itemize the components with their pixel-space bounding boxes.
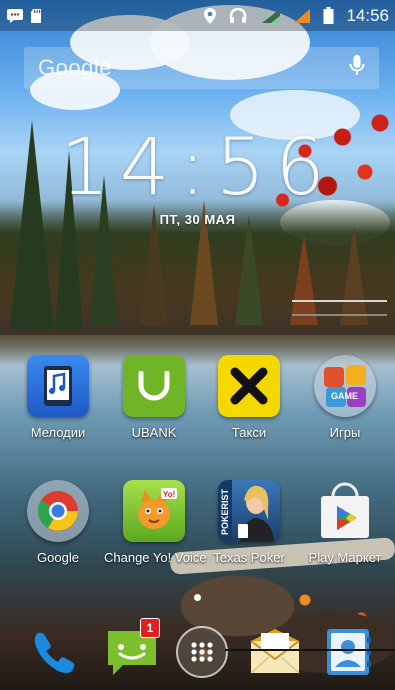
unread-badge: 1 <box>140 618 160 638</box>
location-icon <box>203 7 217 25</box>
app-taxi[interactable]: Такси <box>199 355 299 440</box>
dock-email[interactable] <box>245 622 305 682</box>
app-ubank[interactable]: UBANK <box>104 355 204 440</box>
clock-widget-time[interactable]: 14:56 <box>0 123 395 213</box>
poker-icon: POKERIST <box>218 480 280 542</box>
dock-app-drawer[interactable] <box>172 622 232 682</box>
taxi-icon <box>218 355 280 417</box>
svg-text:3G: 3G <box>260 11 269 18</box>
google-search-bar[interactable]: Google <box>24 47 379 89</box>
app-drawer-icon <box>176 626 228 678</box>
app-label: Такси <box>231 425 267 440</box>
headset-icon <box>229 7 247 24</box>
app-label: Change Yo! Voice <box>104 550 207 565</box>
app-melodii[interactable]: Мелодии <box>8 355 108 440</box>
page-dot-active <box>194 594 201 601</box>
app-label: Play Маркет <box>308 550 382 565</box>
svg-text:POKERIST: POKERIST <box>220 488 230 535</box>
app-label: Texas Poker <box>213 550 285 565</box>
music-phone-icon <box>27 355 89 417</box>
status-time: 14:56 <box>346 5 389 25</box>
app-row-1: Мелодии UBANK Такси GAME Игры <box>0 355 395 455</box>
divider-line <box>225 649 395 651</box>
dock-contacts[interactable] <box>318 622 378 682</box>
page-indicator <box>0 594 395 601</box>
change-voice-icon: Yo! <box>123 480 185 542</box>
svg-text:Yo!: Yo! <box>163 490 175 499</box>
battery-icon <box>323 7 334 24</box>
app-play-market[interactable]: Play Маркет <box>295 480 395 565</box>
app-label: Мелодии <box>30 425 86 440</box>
sd-card-icon <box>30 8 42 24</box>
app-texas-poker[interactable]: POKERIST Texas Poker <box>199 480 299 565</box>
ubank-icon <box>123 355 185 417</box>
dock-messages[interactable]: 1 <box>102 618 162 682</box>
dock-phone[interactable] <box>25 622 85 682</box>
clock-widget-date: ПТ, 30 МАЯ <box>159 212 236 227</box>
games-icon: GAME <box>314 355 376 417</box>
phone-icon <box>34 632 75 673</box>
play-store-icon <box>314 480 376 542</box>
app-games[interactable]: GAME Игры <box>295 355 395 440</box>
status-bar: 3G 14:56 <box>0 0 395 31</box>
email-icon <box>250 629 300 674</box>
google-folder-icon <box>27 480 89 542</box>
chat-notification-icon <box>6 8 24 24</box>
app-row-2: Google Yo! Change Yo! Voice POKERIST Tex… <box>0 480 395 580</box>
google-logo-text: Google <box>38 55 112 80</box>
contacts-icon <box>327 629 371 675</box>
microphone-icon[interactable] <box>349 54 365 83</box>
app-google-folder[interactable]: Google <box>8 480 108 565</box>
svg-text:GAME: GAME <box>331 391 358 401</box>
app-change-yo-voice[interactable]: Yo! Change Yo! Voice <box>104 480 207 565</box>
app-label: Игры <box>329 425 361 440</box>
app-label: Google <box>37 550 79 565</box>
wallpaper <box>0 0 395 690</box>
signal-icon <box>293 8 311 24</box>
app-label: UBANK <box>131 425 177 440</box>
signal-3g-icon: 3G <box>259 8 281 24</box>
